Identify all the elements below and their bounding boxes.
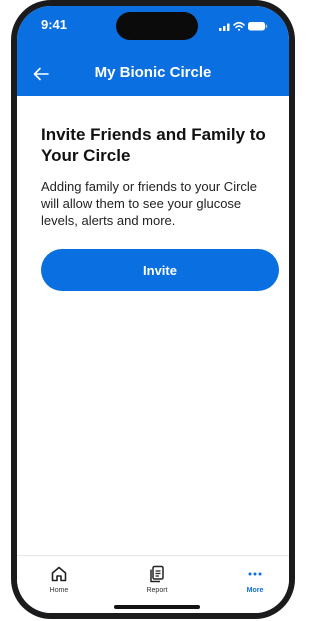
tab-report-label: Report [146,587,168,594]
invite-heading: Invite Friends and Family to Your Circle [41,125,266,165]
status-time: 9:41 [41,17,68,32]
back-button[interactable] [27,60,55,88]
phone-frame: 9:41 My Bionic Circle Invite Friends and… [11,0,295,619]
tab-more-label: More [246,587,264,594]
wifi-icon [233,21,245,31]
signal-icon [219,23,230,31]
invite-description: Adding family or friends to your Circle … [41,179,258,228]
home-indicator [114,605,200,609]
invite-button[interactable]: Invite [41,249,279,291]
tab-home-label: Home [49,587,69,594]
more-icon [248,572,262,576]
screen: 9:41 My Bionic Circle Invite Friends and… [17,6,289,613]
tab-bar: Home Report More [17,555,289,613]
tab-home[interactable]: Home [29,564,89,604]
status-bar: 9:41 [17,6,289,46]
battery-icon [248,22,268,31]
arrow-left-icon [33,67,49,81]
home-icon [51,566,67,582]
report-icon [150,565,164,583]
dynamic-island [116,12,198,40]
app-header: 9:41 My Bionic Circle [17,6,289,96]
tab-more[interactable]: More [225,564,285,604]
page-title: My Bionic Circle [94,64,212,81]
title-row: My Bionic Circle [17,58,289,90]
tab-report[interactable]: Report [127,564,187,604]
status-icons [219,21,268,31]
invite-section: Invite Friends and Family to Your Circle… [41,124,279,291]
